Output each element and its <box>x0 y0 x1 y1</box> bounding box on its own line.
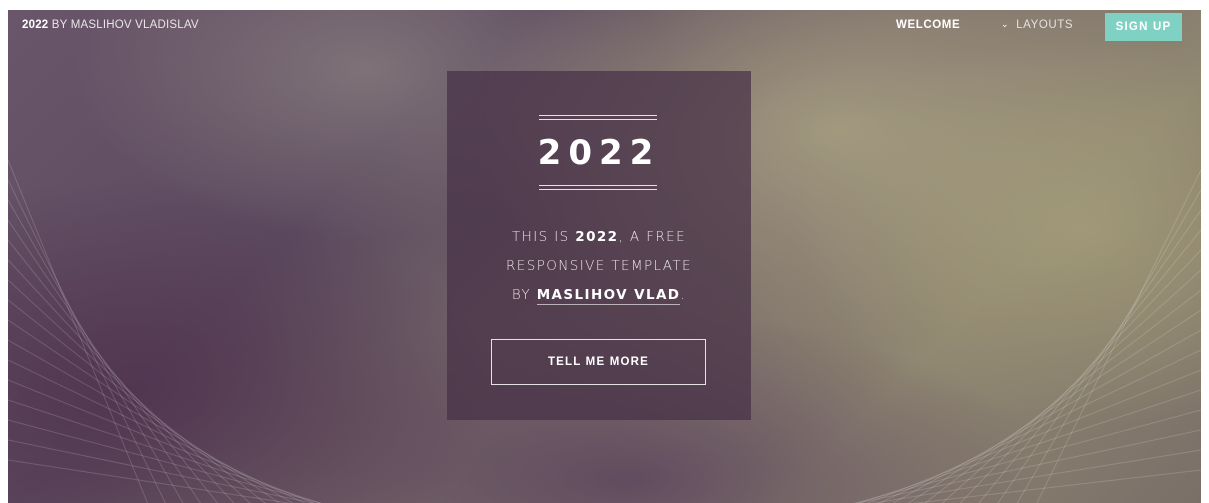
hero-line-1-prefix: THIS IS <box>512 229 576 245</box>
hero-line-1-bold: 2022 <box>575 229 619 245</box>
hero-line-3-suffix: . <box>680 287 687 303</box>
hero-description: THIS IS 2022, A FREE RESPONSIVE TEMPLATE… <box>447 223 751 310</box>
title-divider-bottom <box>539 185 657 190</box>
hero-line-3-prefix: BY <box>511 287 537 303</box>
title-divider-top <box>539 115 657 120</box>
nav-welcome-link[interactable]: WELCOME <box>896 19 960 31</box>
tell-me-more-button[interactable]: TELL ME MORE <box>491 339 706 385</box>
author-link[interactable]: MASLIHOV VLAD <box>536 287 681 305</box>
brand-author: BY MASLIHOV VLADISLAV <box>48 19 199 31</box>
hero-line-1: THIS IS 2022, A FREE <box>447 223 751 252</box>
nav-layouts-dropdown[interactable]: ⌄ LAYOUTS <box>1001 19 1073 31</box>
hero-line-3: BY MASLIHOV VLAD. <box>447 281 751 310</box>
nav-layouts-label: LAYOUTS <box>1016 19 1074 31</box>
chevron-down-icon: ⌄ <box>1001 19 1010 29</box>
hero-title: 2022 <box>537 133 661 173</box>
brand-name: 2022 <box>22 19 49 31</box>
brand-logo[interactable]: 2022 BY MASLIHOV VLADISLAV <box>22 19 199 31</box>
hero-line-1-suffix: , A FREE <box>618 229 686 245</box>
hero-line-2: RESPONSIVE TEMPLATE <box>506 258 692 274</box>
top-navigation: 2022 BY MASLIHOV VLADISLAV WELCOME ⌄ LAYO… <box>8 10 1201 44</box>
hero-card: 2022 THIS IS 2022, A FREE RESPONSIVE TEM… <box>447 71 751 420</box>
sign-up-button[interactable]: SIGN UP <box>1105 13 1182 41</box>
